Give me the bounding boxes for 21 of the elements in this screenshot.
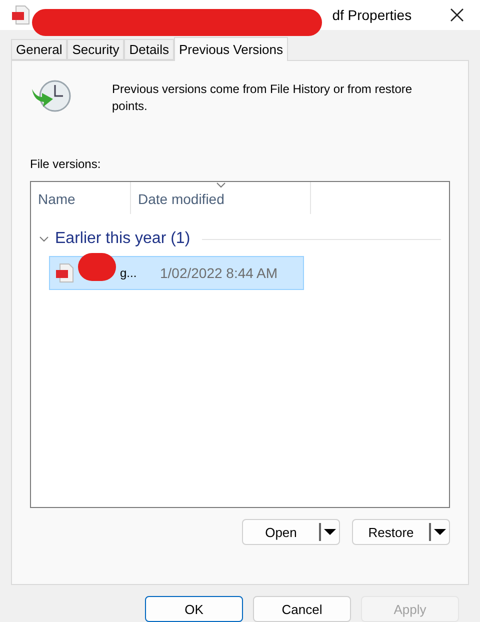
chevron-icon[interactable] [39,236,49,242]
split-button[interactable]: Restore [352,519,450,545]
dialog-button[interactable]: OK [145,596,243,622]
column-header[interactable]: Name [31,182,131,214]
file-version-row[interactable]: g... 1/02/2022 8:44 AM [49,256,304,290]
split-button[interactable]: Open [242,519,340,545]
file-name: g... [120,266,138,280]
list-label: File versions: [30,157,102,171]
dialog-button[interactable]: Cancel [253,596,351,622]
group-title: Earlier this year (1) [55,230,190,248]
tab[interactable]: General [11,39,68,60]
close-icon [450,8,464,22]
date-modified: 1/02/2022 8:44 AM [160,265,278,281]
pdf-file-icon [56,263,74,283]
tab[interactable]: Security [67,39,124,60]
tab[interactable]: Previous Versions [174,37,288,61]
column-header[interactable]: Date modified [131,182,311,214]
pdf-file-icon [12,5,30,25]
window-title: df Properties [331,7,412,23]
tab[interactable]: Details [124,39,174,60]
info-text: Previous versions come from File History or from restore points. [112,81,414,115]
